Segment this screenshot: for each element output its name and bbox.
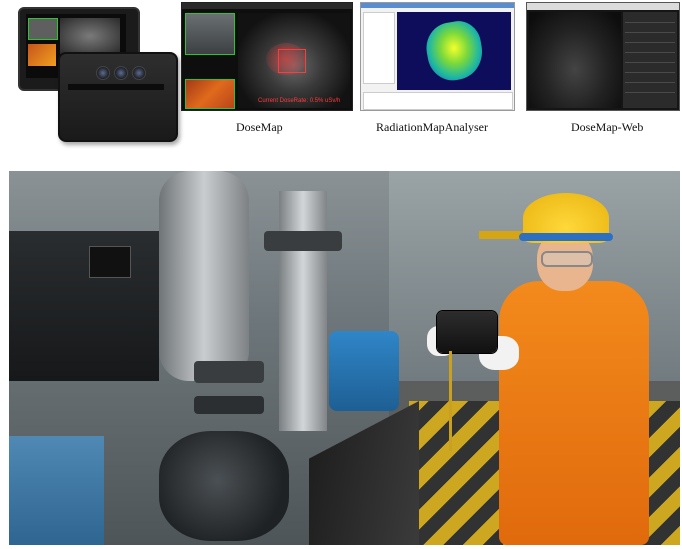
measurement-table [623,12,677,108]
window-titlebar [182,3,352,9]
camera-thumbnail [185,13,235,55]
camera-lens-icon [96,66,110,80]
handheld-dosemap-device [437,311,497,353]
caption-dosemap-web: DoseMap-Web [571,120,644,134]
browser-tab-bar [527,3,679,10]
sensor-strip [68,84,164,90]
window-titlebar [361,3,514,8]
pump-housing [159,431,289,541]
hat-brim [519,233,613,241]
dose-hotspot [266,43,306,75]
camera-lens-icon [132,66,146,80]
screen-tile-map [60,18,120,54]
dose-rate-readout: Current DoseRate: 0.5% uSv/h [258,98,341,104]
equipment-label-plate [89,246,131,278]
table-row [625,22,675,23]
pipe-flange [194,396,264,414]
radiation-heatmap-blob [422,17,487,85]
table-row [625,62,675,63]
table-row [625,72,675,73]
tablet-sensor-head [58,52,178,142]
pipe-flange [194,361,264,383]
blue-motor [329,331,399,411]
caption-dosemap: DoseMap [236,120,283,134]
dark-equipment [9,231,159,381]
worker-body [499,281,649,545]
3d-render-view [397,12,511,90]
table-row [625,82,675,83]
vertical-pipe [279,191,327,431]
heatmap-thumbnail [185,79,235,109]
table-row [625,92,675,93]
table-row [625,52,675,53]
blue-junction-box [9,436,104,545]
camera-lens-icon [114,66,128,80]
caption-radiation-map-analyser: RadiationMapAnalyser [376,120,488,134]
pipe-flange [264,231,342,251]
field-photo [9,171,680,545]
device-cable [449,351,452,451]
large-pipe [159,171,249,381]
3d-scan-view [238,13,350,108]
dosemap-screenshot: Current DoseRate: 0.5% uSv/h [181,2,353,111]
console-log [363,92,513,110]
dosemap-web-screenshot [526,2,680,111]
screen-tile-scene [28,18,58,40]
point-cloud-view [529,12,621,108]
screen-tile-heatmap [28,44,56,66]
safety-glasses [541,251,593,267]
table-row [625,32,675,33]
project-tree [363,12,395,84]
radiation-map-analyser-screenshot [360,2,515,111]
table-row [625,42,675,43]
